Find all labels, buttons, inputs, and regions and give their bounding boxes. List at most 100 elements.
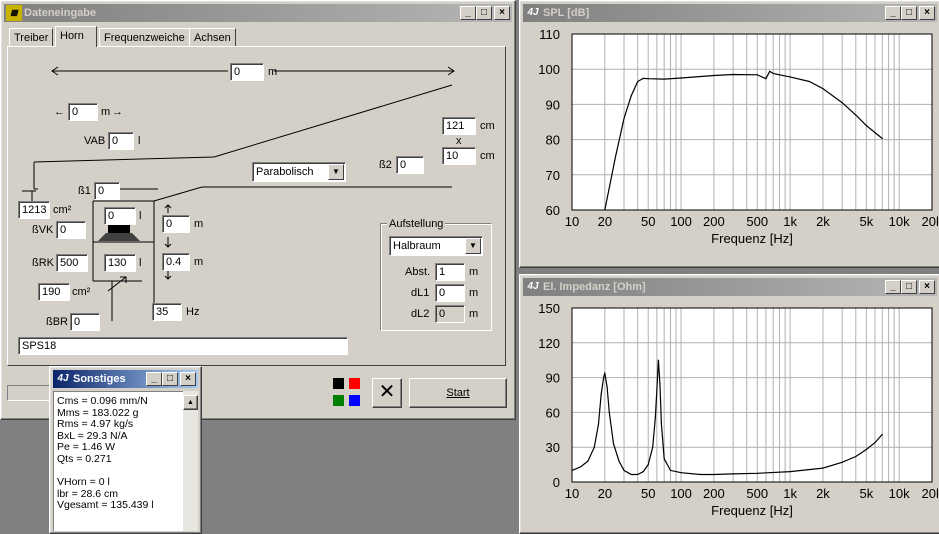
distance1-unit: m	[194, 218, 204, 230]
data-point	[680, 472, 682, 474]
b1-field[interactable]: 0	[94, 182, 120, 200]
x-tick-label: 20	[598, 486, 612, 501]
data-point	[874, 441, 876, 444]
data-point	[630, 473, 632, 476]
data-point	[660, 423, 662, 425]
close-icon[interactable]: ×	[919, 6, 935, 20]
bbr-field[interactable]: 0	[70, 313, 100, 331]
times-sign: x	[456, 135, 462, 147]
data-point	[637, 80, 639, 83]
vertical-scrollbar[interactable]: ▲	[183, 391, 198, 531]
bvk-field[interactable]: 0	[56, 221, 86, 239]
x-tick-label: 2k	[816, 214, 830, 229]
mouth-width-field[interactable]: 121	[442, 117, 476, 135]
data-point	[874, 131, 876, 134]
dl1-field[interactable]: 0	[435, 284, 465, 302]
color-swatch-green[interactable]	[333, 395, 344, 406]
tab-treiber[interactable]: Treiber	[9, 28, 54, 46]
aufstellung-select[interactable]: Halbraum ▼	[389, 236, 483, 256]
data-point	[680, 77, 682, 79]
close-icon[interactable]: ×	[919, 280, 935, 294]
scroll-up-button[interactable]: ▲	[183, 395, 198, 410]
y-tick-label: 70	[546, 168, 560, 183]
maximize-icon[interactable]: □	[901, 6, 917, 20]
dateneingabe-titlebar[interactable]: ▦ Dateneingabe _ □ ×	[4, 4, 512, 22]
data-point	[593, 446, 595, 448]
data-point	[623, 469, 625, 471]
x-axis-label: Frequenz [Hz]	[711, 503, 793, 518]
x-tick-label: 500	[746, 214, 768, 229]
tab-achsen[interactable]: Achsen	[189, 28, 236, 46]
y-tick-label: 30	[546, 440, 560, 455]
minimize-icon[interactable]: _	[146, 372, 162, 386]
x-tick-label: 10k	[889, 214, 910, 229]
b1-label: ß1	[78, 185, 91, 197]
bbr-label: ßBR	[46, 316, 68, 328]
y-tick-label: 110	[539, 27, 560, 42]
data-point	[669, 469, 672, 471]
dl1-label: dL1	[411, 287, 430, 299]
color-swatch-black[interactable]	[333, 378, 344, 389]
start-button[interactable]: Start	[409, 378, 507, 408]
maximize-icon[interactable]: □	[901, 280, 917, 294]
minimize-icon[interactable]: _	[460, 6, 476, 20]
distance2-field[interactable]: 0.4	[162, 253, 190, 271]
aufstellung-group: Aufstellung Halbraum ▼ Abst. 1 m dL1 0 m…	[380, 217, 492, 331]
dateneingabe-title: Dateneingabe	[24, 7, 97, 19]
x-tick-label: 10	[565, 486, 579, 501]
tuning-frequency-field[interactable]: 35	[152, 303, 182, 321]
data-point	[647, 78, 649, 80]
brk-field[interactable]: 500	[56, 254, 88, 272]
color-swatch-blue[interactable]	[349, 395, 360, 406]
chevron-down-icon[interactable]: ▼	[465, 238, 481, 254]
profile-select[interactable]: Parabolisch ▼	[252, 162, 346, 182]
data-point	[789, 76, 791, 78]
data-point	[808, 80, 810, 83]
data-point	[789, 470, 791, 473]
tab-frequenzweiche[interactable]: Frequenzweiche	[99, 28, 190, 46]
driver-name-field[interactable]: SPS18	[18, 337, 348, 355]
close-icon[interactable]: ×	[180, 372, 196, 386]
chevron-down-icon[interactable]: ▼	[328, 164, 344, 180]
app-icon: 4J	[57, 373, 69, 384]
tab-horn[interactable]: Horn	[55, 26, 97, 47]
data-point	[881, 433, 883, 436]
x-tick-label: 200	[703, 486, 725, 501]
data-point	[603, 377, 605, 379]
cancel-button[interactable]: ✕	[372, 378, 402, 408]
data-point	[756, 74, 758, 76]
color-swatch-red[interactable]	[349, 378, 360, 389]
impedance-titlebar[interactable]: 4J El. Impedanz [Ohm] _ □ ×	[523, 278, 937, 296]
y-tick-label: 80	[546, 133, 560, 148]
throat-area-unit: cm²	[53, 204, 72, 216]
x-tick-label: 100	[670, 214, 692, 229]
bvk-label: ßVK	[32, 224, 54, 236]
port-area-field[interactable]: 190	[38, 283, 70, 301]
spl-titlebar[interactable]: 4J SPL [dB] _ □ ×	[523, 4, 937, 22]
sonstiges-text-area[interactable]: Cms = 0.096 mm/N Mms = 183.022 g Rms = 4…	[53, 391, 183, 531]
app-icon: 4J	[527, 281, 539, 292]
data-point	[612, 443, 615, 445]
data-point	[597, 423, 600, 425]
abst-field[interactable]: 1	[435, 263, 465, 281]
mouth-height-field[interactable]: 10	[442, 147, 476, 165]
distance1-field[interactable]: 0	[162, 215, 190, 233]
maximize-icon[interactable]: □	[476, 6, 492, 20]
close-icon[interactable]: ×	[494, 6, 510, 20]
port-area-unit: cm²	[72, 286, 91, 298]
maximize-icon[interactable]: □	[162, 372, 178, 386]
y-tick-label: 0	[553, 475, 560, 490]
app-icon: 4J	[527, 7, 539, 18]
b2-field[interactable]: 0	[396, 156, 424, 174]
minimize-icon[interactable]: _	[885, 280, 901, 294]
volume1-field[interactable]: 0	[104, 207, 136, 225]
brk-label: ßRK	[32, 257, 54, 269]
sonstiges-titlebar[interactable]: 4J Sonstiges _ □ ×	[53, 370, 198, 388]
x-axis-label: Frequenz [Hz]	[711, 231, 793, 246]
data-point	[600, 394, 602, 396]
volume2-field[interactable]: 130	[104, 254, 136, 272]
throat-area-field[interactable]: 1213	[18, 201, 50, 219]
mouth-height-unit: cm	[480, 150, 495, 162]
minimize-icon[interactable]: _	[885, 6, 901, 20]
dl1-unit: m	[469, 287, 479, 299]
